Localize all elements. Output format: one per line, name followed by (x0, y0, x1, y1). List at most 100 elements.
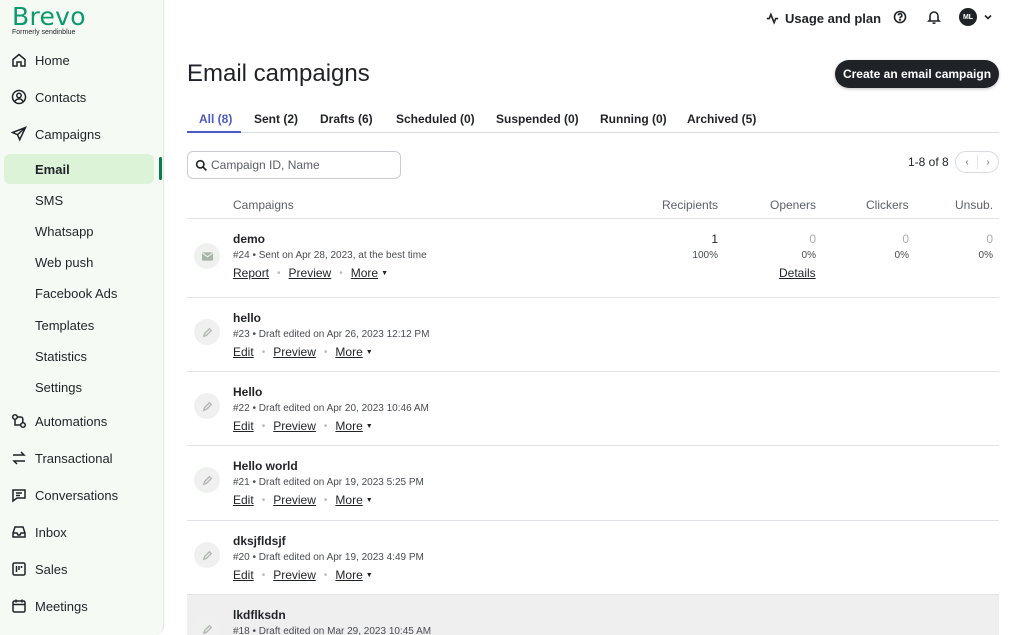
chevron-right-icon[interactable]: › (981, 155, 995, 169)
clickers-percent: 0% (894, 250, 909, 261)
tab-sent[interactable]: Sent (2) (254, 112, 298, 126)
sidebar-item-contacts[interactable]: Contacts (0, 82, 164, 112)
separator-dot: • (261, 346, 266, 358)
automations-icon (11, 413, 27, 429)
table-row[interactable]: hello #23 • Draft edited on Apr 26, 2023… (187, 298, 999, 372)
caret-down-icon[interactable]: ▼ (366, 423, 373, 430)
sidebar-item-whatsapp[interactable]: Whatsapp (0, 216, 164, 246)
separator-dot: • (323, 346, 328, 358)
sidebar-item-settings[interactable]: Settings (0, 372, 164, 402)
openers-percent: 0% (801, 250, 816, 261)
chevron-down-icon[interactable] (983, 12, 993, 22)
avatar[interactable]: ML (959, 8, 977, 26)
tab-drafts[interactable]: Drafts (6) (320, 112, 373, 126)
preview-link[interactable]: Preview (289, 266, 332, 280)
campaign-name[interactable]: lkdflksdn (233, 608, 286, 622)
campaign-meta: #21 • Draft edited on Apr 19, 2023 5:25 … (233, 477, 424, 488)
contacts-icon (11, 89, 27, 105)
table-row[interactable]: lkdflksdn #18 • Draft edited on Mar 29, … (187, 595, 999, 635)
separator-dot: • (261, 494, 266, 506)
column-openers[interactable]: Openers (770, 198, 816, 212)
edit-link[interactable]: Edit (233, 493, 254, 507)
help-icon[interactable] (892, 9, 908, 25)
details-link[interactable]: Details (779, 266, 816, 280)
preview-link[interactable]: Preview (273, 419, 316, 433)
separator-dot: • (277, 267, 281, 279)
create-email-campaign-button[interactable]: Create an email campaign (835, 60, 999, 88)
sidebar-item-label: Inbox (35, 524, 67, 540)
sidebar-item-automations[interactable]: Automations (0, 406, 164, 436)
preview-link[interactable]: Preview (273, 493, 316, 507)
sidebar-item-inbox[interactable]: Inbox (0, 517, 164, 547)
sidebar-item-transactional[interactable]: Transactional (0, 443, 164, 473)
transactional-icon (12, 451, 26, 465)
edit-link[interactable]: Edit (233, 419, 254, 433)
table-row[interactable]: demo #24 • Sent on Apr 28, 2023, at the … (187, 219, 999, 298)
preview-link[interactable]: Preview (273, 345, 316, 359)
caret-down-icon[interactable]: ▼ (366, 572, 373, 579)
caret-down-icon[interactable]: ▼ (381, 270, 388, 277)
tab-running[interactable]: Running (0) (600, 112, 667, 126)
more-dropdown[interactable]: More (351, 266, 378, 280)
tab-suspended[interactable]: Suspended (0) (496, 112, 579, 126)
page-title: Email campaigns (187, 60, 370, 87)
usage-and-plan-button[interactable]: Usage and plan (766, 9, 881, 27)
campaign-name[interactable]: hello (233, 311, 261, 325)
sidebar-item-facebook-ads[interactable]: Facebook Ads (0, 278, 164, 308)
sidebar-item-conversations[interactable]: Conversations (0, 480, 164, 510)
more-dropdown[interactable]: More (335, 493, 362, 507)
row-actions: Edit • Preview • More ▼ (233, 419, 373, 433)
sidebar-item-label: Campaigns (35, 126, 101, 142)
status-indicator (194, 393, 220, 419)
chevron-left-icon[interactable]: ‹ (960, 155, 974, 169)
more-dropdown[interactable]: More (335, 345, 362, 359)
column-campaigns: Campaigns (233, 198, 294, 212)
sidebar-item-campaigns[interactable]: Campaigns (0, 119, 164, 149)
sidebar-item-sms[interactable]: SMS (0, 185, 164, 215)
preview-link[interactable]: Preview (273, 568, 316, 582)
sidebar-item-label: Home (35, 52, 70, 68)
table-row[interactable]: Hello world #21 • Draft edited on Apr 19… (187, 446, 999, 521)
usage-label: Usage and plan (785, 10, 882, 26)
row-actions: Edit • Preview • More ▼ (233, 493, 373, 507)
logo-wordmark: Brevo (12, 2, 86, 31)
table-row[interactable]: dksjfldsjf #20 • Draft edited on Apr 19,… (187, 521, 999, 595)
campaign-name[interactable]: Hello world (233, 459, 298, 473)
caret-down-icon[interactable]: ▼ (366, 497, 373, 504)
campaign-name[interactable]: demo (233, 232, 265, 246)
notification-bell-icon[interactable] (926, 9, 942, 25)
recipients-percent: 100% (692, 250, 718, 261)
more-dropdown[interactable]: More (335, 419, 362, 433)
sidebar-item-web-push[interactable]: Web push (0, 247, 164, 277)
send-icon (11, 126, 27, 142)
column-unsub[interactable]: Unsub. (955, 198, 993, 212)
search-input[interactable] (211, 157, 391, 173)
sidebar-item-templates[interactable]: Templates (0, 310, 164, 340)
sidebar-item-label: Statistics (35, 348, 88, 364)
sidebar-item-label: Conversations (35, 487, 119, 503)
tab-archived[interactable]: Archived (5) (687, 112, 756, 126)
caret-down-icon[interactable]: ▼ (366, 349, 373, 356)
sidebar-item-statistics[interactable]: Statistics (0, 341, 164, 371)
sidebar-item-meetings[interactable]: Meetings (0, 591, 164, 621)
report-link[interactable]: Report (233, 266, 269, 280)
brevo-logo[interactable]: Brevo Formerly sendinblue (12, 2, 86, 36)
active-item-marker (159, 157, 162, 180)
table-row[interactable]: Hello #22 • Draft edited on Apr 20, 2023… (187, 372, 999, 446)
edit-link[interactable]: Edit (233, 345, 254, 359)
campaign-name[interactable]: Hello (233, 385, 262, 399)
sidebar-item-label: Settings (35, 379, 82, 395)
sidebar-item-sales[interactable]: Sales (0, 554, 164, 584)
edit-link[interactable]: Edit (233, 568, 254, 582)
tab-scheduled[interactable]: Scheduled (0) (396, 112, 475, 126)
sidebar-item-home[interactable]: Home (0, 45, 164, 75)
more-dropdown[interactable]: More (335, 568, 362, 582)
sidebar-item-label: Whatsapp (35, 223, 94, 239)
campaign-name[interactable]: dksjfldsjf (233, 534, 286, 548)
tab-all[interactable]: All (8) (199, 112, 232, 126)
home-icon (12, 53, 26, 67)
column-recipients[interactable]: Recipients (662, 198, 718, 212)
column-clickers[interactable]: Clickers (866, 198, 909, 212)
clickers-count: 0 (902, 232, 909, 246)
sidebar-item-email[interactable]: Email (4, 154, 154, 184)
